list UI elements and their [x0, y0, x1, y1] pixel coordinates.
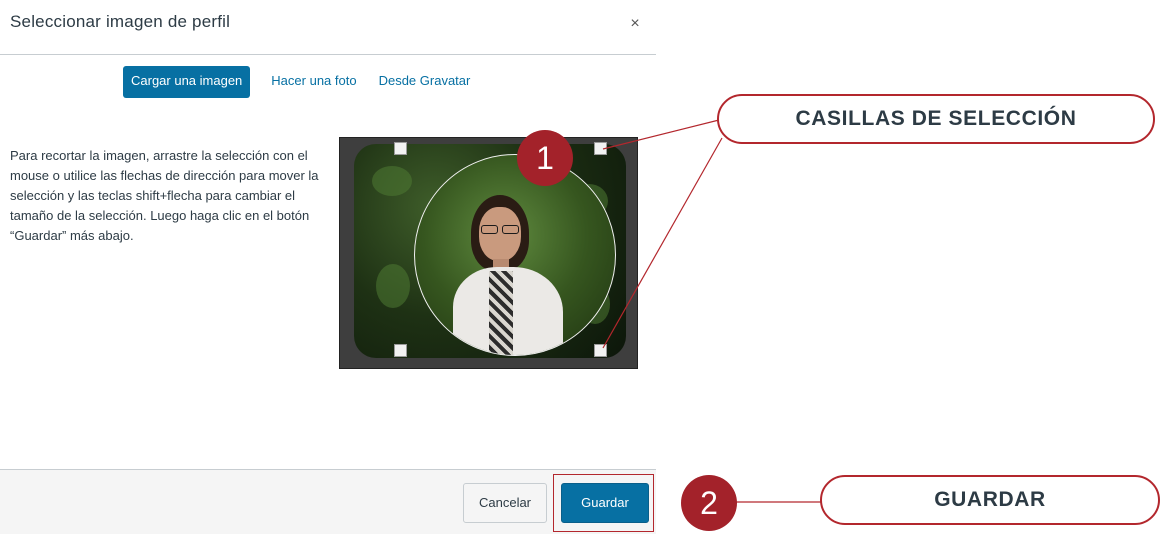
person-blouse [489, 271, 513, 355]
annotation-badge-2: 2 [681, 475, 737, 531]
crop-handle-top-left[interactable] [394, 142, 407, 155]
callout-save: GUARDAR [820, 475, 1160, 525]
callout-selection-handles: CASILLAS DE SELECCIÓN [717, 94, 1155, 144]
crop-instructions: Para recortar la imagen, arrastre la sel… [10, 148, 319, 243]
close-icon[interactable]: × [625, 14, 645, 34]
profile-image-dialog: Seleccionar imagen de perfil × Cargar un… [0, 0, 656, 534]
image-source-tabs: Cargar una imagen Hacer una foto Desde G… [123, 66, 478, 98]
crop-handle-top-right[interactable] [594, 142, 607, 155]
image-crop-area[interactable] [339, 137, 638, 369]
annotation-badge-1: 1 [517, 130, 573, 186]
profile-photo [354, 144, 626, 358]
cancel-button[interactable]: Cancelar [463, 483, 547, 523]
tab-take-photo[interactable]: Hacer una foto [263, 66, 364, 98]
dialog-header: Seleccionar imagen de perfil × [0, 0, 656, 55]
dialog-title: Seleccionar imagen de perfil [10, 12, 231, 31]
crop-handle-bottom-right[interactable] [594, 344, 607, 357]
tab-upload-image[interactable]: Cargar una imagen [123, 66, 251, 98]
foliage [376, 264, 410, 308]
foliage [372, 166, 412, 196]
tab-gravatar[interactable]: Desde Gravatar [371, 66, 479, 98]
glasses-icon [479, 225, 521, 235]
crop-selection-circle[interactable] [414, 154, 616, 356]
save-button-highlight [553, 474, 654, 532]
crop-handle-bottom-left[interactable] [394, 344, 407, 357]
